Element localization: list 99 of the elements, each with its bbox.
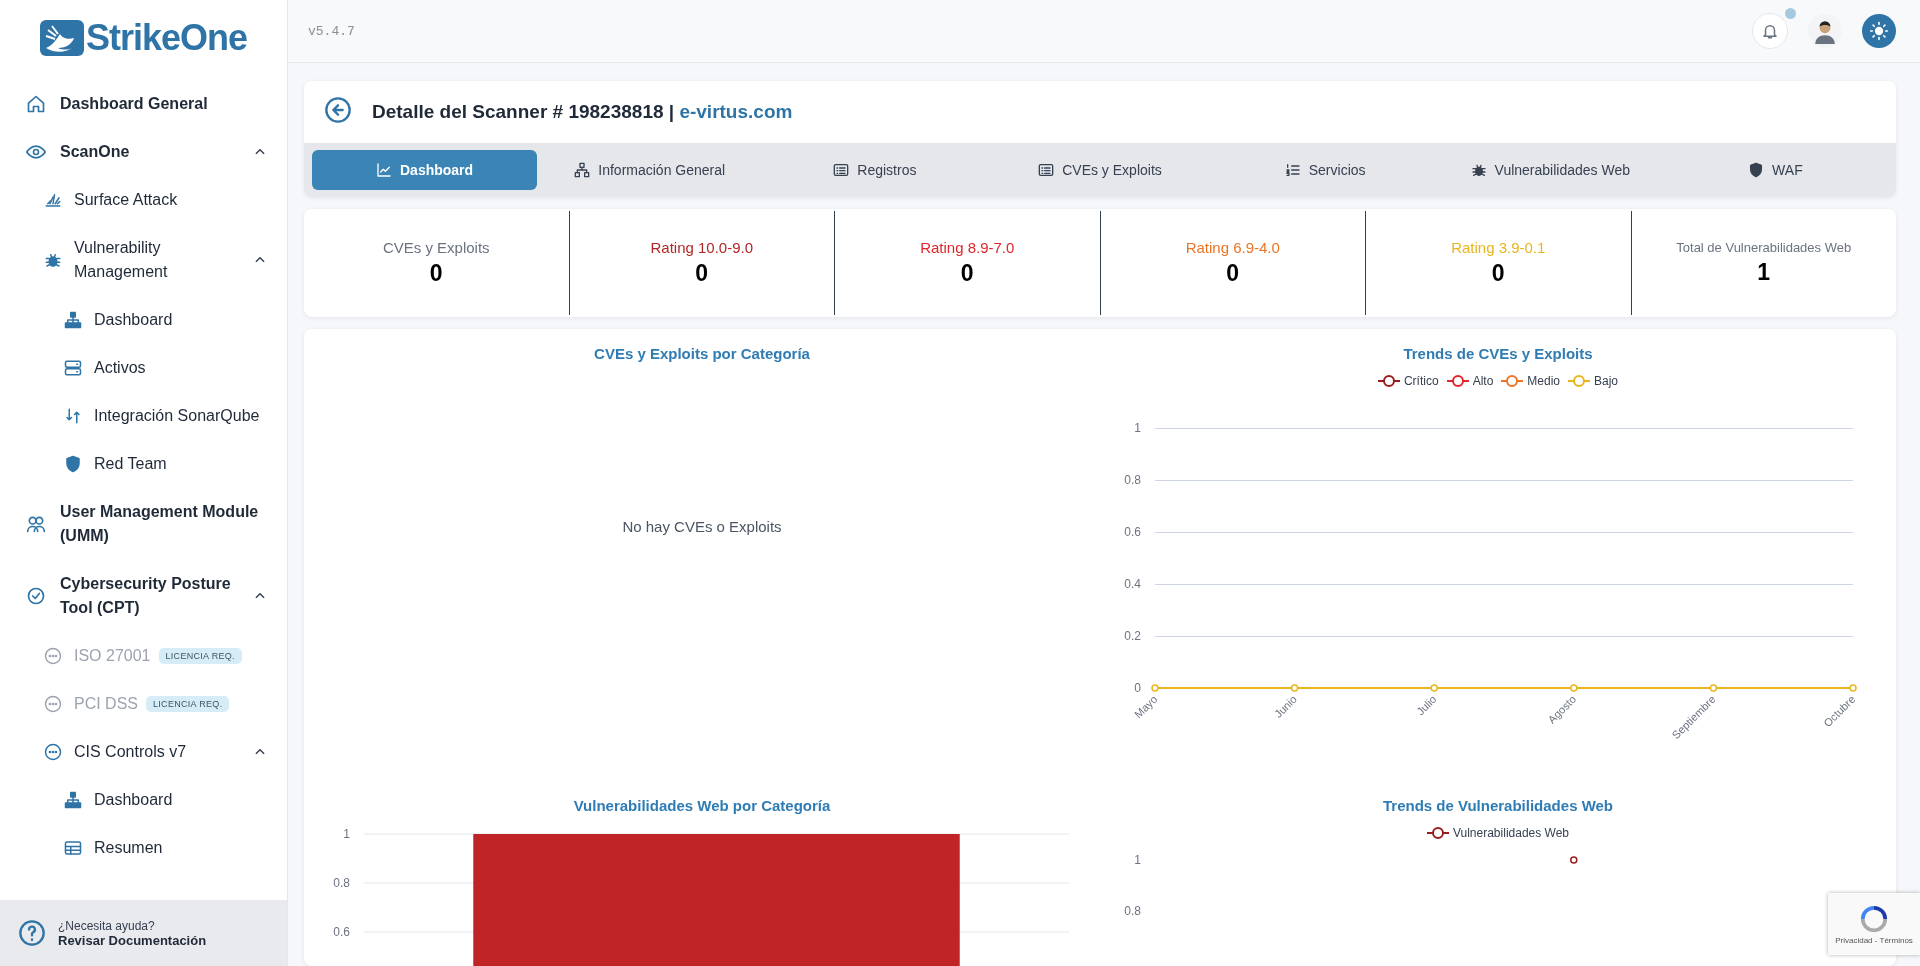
sidebar-item[interactable]: Surface Attack — [0, 176, 287, 224]
sidebar-item[interactable]: User Management Module (UMM) — [0, 488, 287, 560]
notifications-button[interactable] — [1752, 13, 1788, 49]
legend-marker-icon — [1501, 375, 1524, 387]
axis-tick-label: 0.8 — [1124, 473, 1141, 487]
logo-text: StrikeOne — [85, 17, 248, 59]
check-circle-icon — [26, 586, 46, 606]
legend-marker-icon — [1426, 827, 1449, 839]
axis-tick-label: 1 — [343, 827, 350, 841]
tab[interactable]: Servicios — [1212, 150, 1438, 190]
sidebar-item[interactable]: Dashboard General — [0, 80, 287, 128]
bell-icon — [1761, 22, 1779, 40]
network-icon — [574, 162, 591, 178]
stat-label: Rating 6.9-4.0 — [1185, 239, 1280, 256]
chart-title: Trends de Vulnerabilidades Web — [1382, 797, 1614, 814]
axis-tick-label: 0.8 — [1124, 904, 1141, 918]
legend-label: Bajo — [1594, 374, 1619, 388]
stat-label: Total de Vulnerabilidades Web — [1676, 240, 1852, 255]
tab[interactable]: CVEs y Exploits — [987, 150, 1213, 190]
axis-tick-label: 0 — [1134, 681, 1141, 695]
axis-tick-label: 1 — [1134, 853, 1141, 867]
tab[interactable]: Registros — [762, 150, 988, 190]
bird-logo-icon — [39, 18, 84, 58]
chart-title: Vulnerabilidades Web por Categoría — [573, 797, 831, 814]
license-badge: LICENCIA REQ. — [146, 696, 230, 712]
ordered-list-icon — [1284, 162, 1301, 178]
avatar-button[interactable] — [1808, 14, 1842, 48]
axis-tick-label: 0.8 — [333, 876, 350, 890]
sitemap-icon — [64, 791, 82, 809]
dots-circle-icon — [44, 743, 62, 761]
user-silhouette-icon — [1812, 18, 1838, 44]
sidebar-item[interactable]: Integración SonarQube — [0, 392, 287, 440]
dots-circle-icon — [44, 695, 62, 713]
version-label: v5.4.7 — [308, 23, 355, 39]
notification-dot — [1785, 8, 1796, 19]
documentation-link[interactable]: Revisar Documentación — [58, 932, 207, 948]
stat-label: Rating 8.9-7.0 — [920, 239, 1015, 256]
axis-tick-label: Julio — [1414, 692, 1439, 718]
list-icon — [1038, 162, 1055, 178]
shield-icon — [64, 455, 82, 473]
sidebar-item[interactable]: Dashboard — [0, 776, 287, 824]
stat-label: Rating 3.9-0.1 — [1451, 239, 1546, 256]
sidebar-item[interactable]: Dashboard — [0, 296, 287, 344]
dots-circle-icon — [44, 647, 62, 665]
bug-icon — [1470, 162, 1487, 178]
sun-icon — [1869, 21, 1889, 41]
help-question: ¿Necesita ayuda? — [58, 918, 156, 933]
axis-tick-label: 0.4 — [1124, 577, 1141, 591]
legend-label: Alto — [1472, 374, 1494, 388]
sync-icon — [64, 407, 82, 425]
bug-icon — [44, 251, 62, 269]
license-badge: LICENCIA REQ. — [158, 648, 242, 664]
server-icon — [64, 359, 82, 377]
tab[interactable]: Vulnerabilidades Web — [1437, 150, 1663, 190]
home-icon — [26, 94, 46, 114]
stat-value: 1 — [1757, 259, 1771, 286]
theme-toggle-button[interactable] — [1862, 14, 1896, 48]
stat-value: 0 — [1226, 260, 1240, 287]
recaptcha-icon — [1859, 903, 1889, 934]
page-title: Detalle del Scanner # 198238818 | e-virtus.com — [372, 101, 793, 123]
chart-title: Trends de CVEs y Exploits — [1403, 345, 1593, 362]
users-icon — [26, 514, 46, 534]
axis-tick-label: 0.6 — [1124, 525, 1141, 539]
shield-icon — [1748, 162, 1765, 178]
legend-label: Crítico — [1403, 374, 1439, 388]
eye-icon — [26, 142, 46, 162]
burst-icon — [44, 191, 62, 209]
axis-tick-label: 0.6 — [333, 925, 350, 939]
sidebar-item[interactable]: CIS Controls v7 — [0, 728, 287, 776]
sidebar-item[interactable]: Vulnerability Management — [0, 224, 287, 296]
tab[interactable]: Información General — [537, 150, 763, 190]
stat-label: CVEs y Exploits — [382, 239, 490, 256]
stat-value: 0 — [429, 260, 443, 287]
axis-tick-label: 0.2 — [1124, 629, 1141, 643]
stat-value: 0 — [960, 260, 974, 287]
stat-label: Rating 10.0-9.0 — [650, 239, 754, 256]
help-icon — [18, 919, 46, 947]
stat-value: 0 — [695, 260, 709, 287]
legend-marker-icon — [1568, 375, 1590, 387]
sidebar-item[interactable]: Activos — [0, 344, 287, 392]
sidebar-item[interactable]: Red Team — [0, 440, 287, 488]
line-chart-icon — [376, 162, 392, 178]
stat-value: 0 — [1491, 260, 1505, 287]
sidebar-item[interactable]: Resumen — [0, 824, 287, 872]
axis-tick-label: 1 — [1134, 421, 1141, 435]
sidebar-item[interactable]: ScanOne — [0, 128, 287, 176]
legend-marker-icon — [1446, 375, 1469, 387]
sitemap-icon — [64, 311, 82, 329]
legend-marker-icon — [1377, 375, 1400, 387]
legend-label: Vulnerabilidades Web — [1452, 826, 1570, 840]
tab[interactable]: WAF — [1662, 150, 1888, 190]
list-icon — [833, 162, 850, 178]
tab[interactable]: Dashboard — [312, 150, 538, 190]
recaptcha-links[interactable]: Privacidad - Términos — [1835, 935, 1913, 945]
table-icon — [64, 839, 82, 857]
chart-title: CVEs y Exploits por Categoría — [594, 345, 810, 362]
legend-label: Medio — [1527, 374, 1560, 388]
sidebar-item[interactable]: Cybersecurity Posture Tool (CPT) — [0, 560, 287, 632]
empty-message: No hay CVEs o Exploits — [622, 517, 782, 537]
